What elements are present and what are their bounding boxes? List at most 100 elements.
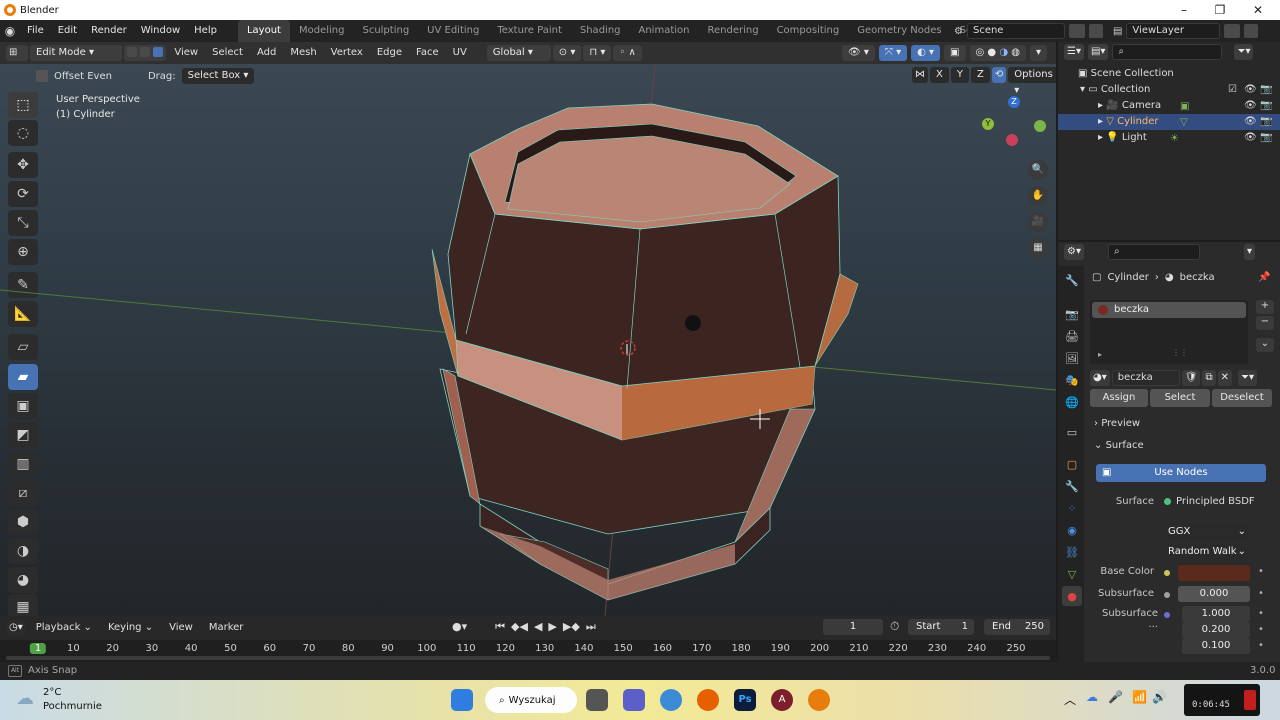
windows-start-icon[interactable]: [451, 689, 473, 711]
transform-orientation[interactable]: Global ▾: [486, 45, 551, 61]
browse-material-icon[interactable]: ◕▾: [1090, 370, 1110, 386]
particles-tab-icon[interactable]: ⁘: [1062, 498, 1082, 518]
start-frame-field[interactable]: Start 1: [908, 619, 974, 635]
stopwatch-icon[interactable]: ⏱: [890, 619, 899, 634]
expand-arrow-icon[interactable]: ▾: [1080, 84, 1085, 95]
render-tab-icon[interactable]: 📷: [1062, 304, 1082, 324]
deselect-button[interactable]: Deselect: [1212, 389, 1272, 407]
photoshop-icon[interactable]: Ps: [734, 689, 756, 711]
gizmo-neg-y-axis[interactable]: [1034, 120, 1046, 132]
world-tab-icon[interactable]: 🌐: [1062, 392, 1082, 412]
3d-viewport[interactable]: Offset Even Drag: Select Box ▾ ⋈ X Y Z ⟲…: [0, 64, 1056, 616]
fake-user-icon[interactable]: 🛡: [1181, 370, 1201, 386]
edge-browser-icon[interactable]: [660, 689, 682, 711]
shading-modes[interactable]: ◎ ● ◑ ◍: [969, 45, 1026, 61]
tab-animation[interactable]: Animation: [630, 20, 699, 42]
use-nodes-button[interactable]: ▣ Use Nodes: [1096, 464, 1266, 482]
modifier-tab-icon[interactable]: 🔧: [1062, 476, 1082, 496]
volume-icon[interactable]: 🔊: [1152, 690, 1167, 704]
menu-window[interactable]: Window: [134, 20, 187, 42]
menu-face[interactable]: Face: [410, 43, 445, 63]
view-layer-tab-icon[interactable]: 🖼: [1062, 348, 1082, 368]
view-layer-selector[interactable]: ViewLayer: [1126, 23, 1221, 39]
next-keyframe-icon[interactable]: ▶◆: [563, 620, 580, 634]
tab-layout[interactable]: Layout: [237, 20, 290, 42]
camera-view-icon[interactable]: 🎥: [1028, 212, 1048, 232]
pan-hand-icon[interactable]: ✋: [1028, 186, 1048, 206]
light-visibility-icon[interactable]: 👁: [1244, 130, 1257, 146]
data-tab-icon[interactable]: ▽: [1062, 564, 1082, 584]
display-mode-icon[interactable]: ▤▾: [1087, 44, 1109, 60]
jump-end-icon[interactable]: ⏭: [586, 620, 596, 634]
editor-type-icon[interactable]: ⊞: [6, 45, 28, 61]
expand-arrow-icon[interactable]: ▸: [1098, 132, 1103, 143]
firefox-icon[interactable]: [697, 689, 719, 711]
copy-view-layer-icon[interactable]: [1224, 24, 1241, 38]
end-frame-field[interactable]: End 250: [984, 619, 1050, 635]
rendered-shading-icon[interactable]: ◍: [1011, 47, 1020, 58]
preview-panel-header[interactable]: › Preview: [1094, 418, 1140, 429]
tab-uv-editing[interactable]: UV Editing: [418, 20, 488, 42]
tool-tab-icon[interactable]: 🔧: [1062, 270, 1082, 290]
tab-rendering[interactable]: Rendering: [698, 20, 767, 42]
properties-options-icon[interactable]: ▾: [1243, 244, 1256, 260]
vertex-select-icon[interactable]: [127, 47, 137, 57]
menu-edge[interactable]: Edge: [371, 43, 408, 63]
task-view-icon[interactable]: [586, 689, 608, 711]
teams-icon[interactable]: [623, 689, 645, 711]
pivot-icon[interactable]: ⊙ ▾: [552, 45, 582, 61]
maximize-button[interactable]: ❐: [1202, 0, 1238, 20]
blender-taskbar-icon[interactable]: [808, 689, 830, 711]
menu-uv[interactable]: UV: [447, 43, 473, 63]
link-type-icon[interactable]: ⏷▾: [1237, 370, 1258, 386]
base-color-swatch[interactable]: [1178, 565, 1250, 581]
tab-modeling[interactable]: Modeling: [290, 20, 354, 42]
add-slot-button[interactable]: +: [1256, 300, 1274, 314]
cylinder-visibility-icon[interactable]: 👁: [1244, 114, 1257, 130]
tray-overflow-icon[interactable]: ︿: [1064, 691, 1076, 708]
record-icon[interactable]: ●▾: [452, 620, 467, 634]
wireframe-shading-icon[interactable]: ◎: [976, 47, 985, 58]
unlink-material-icon[interactable]: ✕: [1217, 370, 1232, 386]
blender-menu-icon[interactable]: ◉: [0, 24, 20, 38]
timeline-view-menu[interactable]: View: [163, 618, 199, 638]
tab-sculpting[interactable]: Sculpting: [353, 20, 418, 42]
menu-render[interactable]: Render: [84, 20, 134, 42]
slot-specials-icon[interactable]: ⌄: [1256, 338, 1274, 352]
copy-scene-icon[interactable]: [1068, 24, 1085, 38]
tab-geometry-nodes[interactable]: Geometry Nodes: [848, 20, 950, 42]
subsurface-field[interactable]: 0.000: [1178, 586, 1250, 602]
surface-shader-selector[interactable]: Principled BSDF: [1164, 496, 1255, 507]
keyframe-dot-icon[interactable]: •: [1258, 566, 1264, 577]
keyframe-dot-icon[interactable]: •: [1258, 624, 1264, 635]
object-tab-icon[interactable]: ▢: [1062, 454, 1082, 474]
collection-checkbox-icon[interactable]: ☑: [1228, 82, 1237, 98]
menu-edit[interactable]: Edit: [51, 20, 84, 42]
close-button[interactable]: ✕: [1240, 0, 1276, 20]
properties-editor-icon[interactable]: ⚙▾: [1064, 244, 1084, 260]
tab-compositing[interactable]: Compositing: [768, 20, 849, 42]
collection-tab-icon[interactable]: ▭: [1062, 422, 1082, 442]
outliner-item-light[interactable]: ▸ 💡 Light ☀ 👁 📷: [1058, 130, 1280, 146]
barrel-mesh[interactable]: [0, 64, 1056, 616]
edge-select-icon[interactable]: [140, 47, 151, 57]
shading-options-icon[interactable]: ▾: [1030, 45, 1048, 61]
outliner-item-camera[interactable]: ▸ 🎥 Camera ▣ 👁 📷: [1058, 98, 1280, 114]
keyframe-dot-icon[interactable]: •: [1258, 588, 1264, 599]
subsurface-socket-icon[interactable]: [1164, 592, 1170, 598]
play-reverse-icon[interactable]: ◀: [534, 620, 542, 634]
surface-panel-header[interactable]: ⌄ Surface: [1094, 440, 1144, 451]
collection-visibility-icon[interactable]: 👁: [1244, 82, 1257, 98]
gizmo-x-axis[interactable]: [1006, 134, 1018, 146]
assign-button[interactable]: Assign: [1090, 389, 1148, 407]
xray-toggle-icon[interactable]: ▣: [944, 45, 966, 61]
output-tab-icon[interactable]: 🖨: [1062, 326, 1082, 346]
camera-visibility-icon[interactable]: 👁: [1244, 98, 1257, 114]
keyframe-dot-icon[interactable]: •: [1258, 608, 1264, 619]
keying-menu[interactable]: Keying ⌄: [102, 618, 159, 638]
scene-selector[interactable]: Scene: [966, 23, 1065, 39]
face-select-icon[interactable]: [153, 47, 164, 57]
expand-arrow-icon[interactable]: ▸: [1098, 100, 1103, 111]
taskbar-search[interactable]: ⌕ Wyszukaj: [485, 687, 577, 713]
visibility-icon[interactable]: 👁 ▾: [842, 45, 875, 61]
